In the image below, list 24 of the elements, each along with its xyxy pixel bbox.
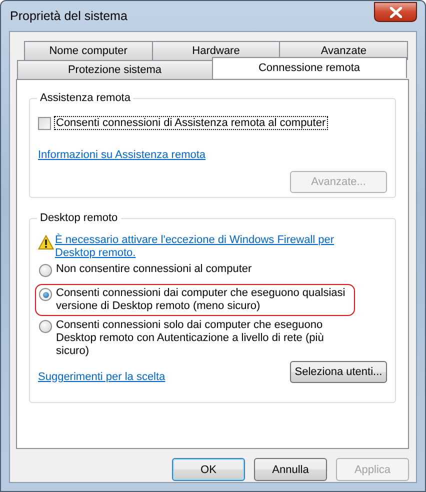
group-title: Desktop remoto [39,212,119,224]
tips-link[interactable]: Suggerimenti per la scelta [38,371,166,383]
dialog-button[interactable]: OK [172,458,245,481]
tab[interactable]: Protezione sistema [17,60,212,79]
checkbox-label[interactable]: Consenti connessioni di Assistenza remota al computer [54,116,328,130]
radio-label[interactable]: Consenti connessioni solo dai computer che eseguono Desktop remoto con Autenticazione a livello di rete (più sicuro) [56,319,351,358]
group-title: Assistenza remota [39,92,132,104]
radio-label[interactable]: Consenti connessioni dai computer che eseguono qualsiasi versione di Desktop remoto (meno sicuro) [56,287,351,313]
info-link[interactable]: Informazioni su Assistenza remota [38,149,206,161]
warning-icon [38,235,54,250]
checkbox[interactable] [38,116,51,130]
radio-button[interactable] [39,288,52,301]
dialog-button[interactable]: Annulla [254,458,327,481]
close-button[interactable] [374,2,417,22]
close-icon [390,6,402,18]
tab[interactable]: Connessione remota [212,57,407,78]
radio-button[interactable] [39,264,52,277]
tab[interactable]: Hardware [152,41,280,60]
select-users-button[interactable]: Seleziona utenti... [290,361,387,383]
tab[interactable]: Nome computer [24,41,153,60]
firewall-warning-link[interactable]: È necessario attivare l'eccezione di Windows Firewall per Desktop remoto. [55,234,373,260]
radio-button[interactable] [39,320,52,333]
radio-label[interactable]: Non consentire connessioni al computer [56,263,252,276]
window-title: Proprietà del sistema [9,9,128,23]
